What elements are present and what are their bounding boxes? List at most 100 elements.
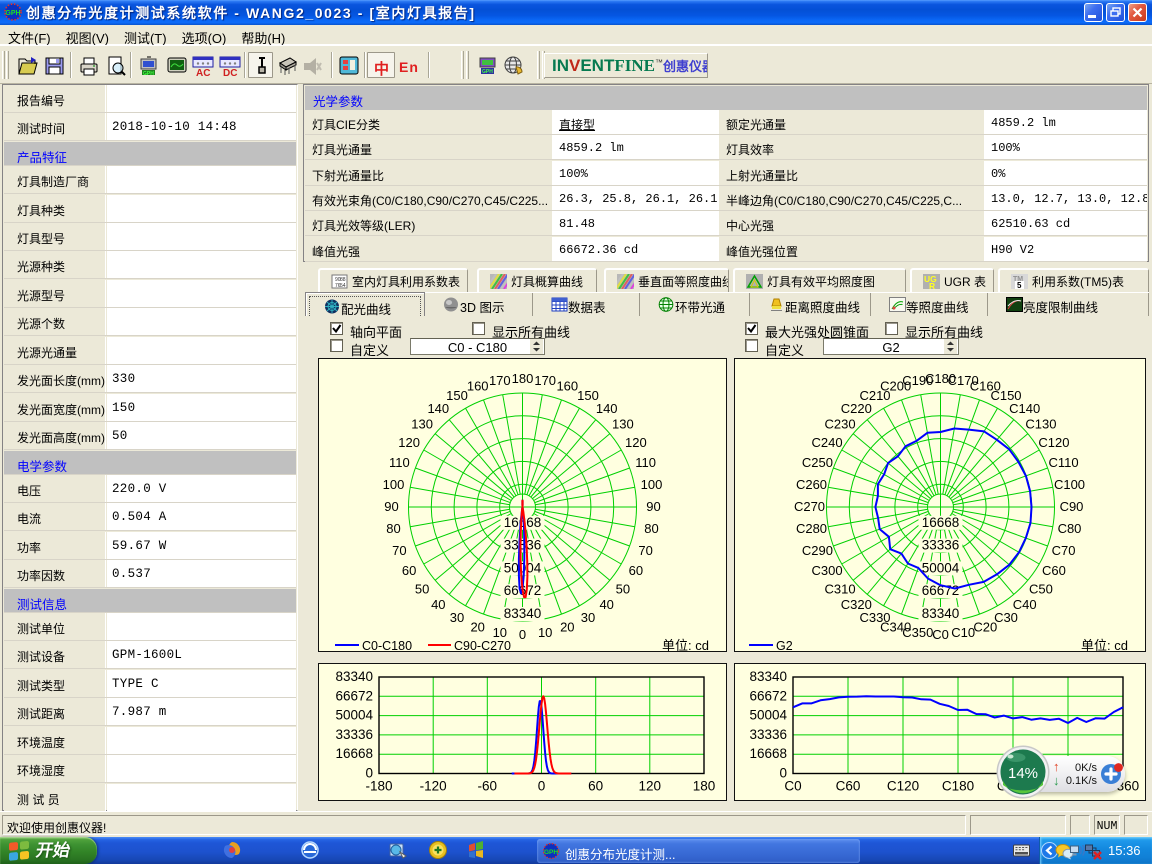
- svg-text:C270: C270: [794, 499, 825, 514]
- svg-text:AC: AC: [196, 68, 210, 77]
- svg-text:70: 70: [392, 543, 406, 558]
- svg-text:C300: C300: [812, 563, 843, 578]
- svg-text:170: 170: [489, 373, 511, 388]
- svg-text:70: 70: [638, 543, 652, 558]
- svg-text:50: 50: [415, 581, 429, 596]
- svg-text:33336: 33336: [335, 727, 373, 742]
- svg-text:C120: C120: [1038, 435, 1069, 450]
- svg-text:66672: 66672: [335, 688, 373, 703]
- svg-text:C120: C120: [887, 779, 919, 794]
- svg-text:-180: -180: [365, 779, 392, 794]
- svg-text:30: 30: [581, 610, 595, 625]
- svg-text:-120: -120: [420, 779, 447, 794]
- svg-text:180: 180: [512, 371, 534, 386]
- svg-text:14%: 14%: [1008, 765, 1038, 782]
- svg-text:80: 80: [644, 521, 658, 536]
- svg-text:33336: 33336: [749, 727, 787, 742]
- svg-text:G2: G2: [776, 639, 793, 651]
- svg-text:140: 140: [427, 401, 449, 416]
- svg-text:C140: C140: [1009, 401, 1040, 416]
- svg-text:50: 50: [616, 581, 630, 596]
- svg-text:C0: C0: [932, 627, 949, 642]
- svg-text:C350: C350: [902, 625, 933, 640]
- svg-text:C130: C130: [1025, 417, 1056, 432]
- svg-text:C0-C180: C0-C180: [362, 639, 412, 651]
- svg-text:90: 90: [384, 499, 398, 514]
- svg-text:C80: C80: [1058, 521, 1082, 536]
- svg-text:20: 20: [560, 619, 574, 634]
- svg-text:50004: 50004: [335, 708, 373, 723]
- svg-text:160: 160: [467, 379, 489, 394]
- svg-text:C290: C290: [802, 543, 833, 558]
- svg-text:10: 10: [538, 625, 552, 640]
- svg-text:100: 100: [383, 477, 405, 492]
- svg-text:单位: cd: 单位: cd: [1081, 638, 1128, 651]
- svg-text:130: 130: [612, 417, 634, 432]
- svg-text:66672: 66672: [749, 688, 787, 703]
- svg-text:33336: 33336: [504, 538, 542, 553]
- svg-text:C70: C70: [1052, 543, 1076, 558]
- svg-text:40: 40: [599, 597, 613, 612]
- svg-text:单位: cd: 单位: cd: [662, 638, 709, 651]
- svg-text:0: 0: [519, 627, 526, 642]
- svg-text:100: 100: [641, 477, 663, 492]
- svg-text:C90: C90: [1060, 499, 1084, 514]
- svg-text:C90-C270: C90-C270: [454, 639, 511, 651]
- svg-text:130: 130: [411, 417, 433, 432]
- svg-text:60: 60: [588, 779, 603, 794]
- svg-text:DC: DC: [223, 68, 237, 77]
- svg-text:5: 5: [1017, 281, 1022, 289]
- svg-text:110: 110: [389, 455, 410, 470]
- svg-text:170: 170: [534, 373, 556, 388]
- svg-text:C60: C60: [836, 779, 861, 794]
- svg-text:50004: 50004: [749, 708, 787, 723]
- svg-text:110: 110: [635, 455, 656, 470]
- svg-text:180: 180: [693, 779, 716, 794]
- svg-text:C230: C230: [825, 417, 856, 432]
- svg-text:16668: 16668: [922, 515, 960, 530]
- svg-text:80: 80: [386, 521, 400, 536]
- svg-text:83340: 83340: [335, 669, 373, 684]
- svg-text:C60: C60: [1042, 563, 1066, 578]
- svg-text:83340: 83340: [504, 606, 542, 621]
- svg-text:GPH: GPH: [5, 10, 20, 17]
- svg-text:GPH: GPH: [143, 71, 154, 77]
- svg-text:83340: 83340: [749, 669, 787, 684]
- svg-text:C0: C0: [784, 779, 801, 794]
- svg-text:C250: C250: [802, 455, 833, 470]
- svg-text:83340: 83340: [922, 606, 960, 621]
- svg-text:60: 60: [402, 563, 416, 578]
- svg-text:10: 10: [493, 625, 507, 640]
- svg-text:C260: C260: [796, 477, 827, 492]
- svg-text:GPH: GPH: [544, 849, 558, 856]
- svg-text:20: 20: [470, 619, 484, 634]
- svg-text:40: 40: [431, 597, 445, 612]
- svg-text:16668: 16668: [749, 746, 787, 761]
- svg-text:C240: C240: [812, 435, 843, 450]
- svg-text:R: R: [929, 281, 935, 289]
- svg-text:C180: C180: [942, 779, 974, 794]
- svg-text:30: 30: [450, 610, 464, 625]
- svg-text:50004: 50004: [504, 560, 542, 575]
- svg-text:50004: 50004: [922, 560, 960, 575]
- svg-text:90: 90: [646, 499, 660, 514]
- svg-text:C220: C220: [841, 401, 872, 416]
- svg-text:16668: 16668: [335, 746, 373, 761]
- svg-text:C30: C30: [994, 610, 1018, 625]
- svg-text:150: 150: [446, 388, 468, 403]
- svg-text:C110: C110: [1049, 455, 1079, 470]
- svg-text:C40: C40: [1013, 597, 1037, 612]
- svg-text:C50: C50: [1029, 581, 1053, 596]
- svg-text:160: 160: [556, 379, 578, 394]
- svg-text:0: 0: [538, 779, 546, 794]
- svg-text:120: 120: [639, 779, 662, 794]
- svg-text:150: 150: [577, 388, 599, 403]
- svg-text:GPH: GPH: [482, 69, 493, 75]
- svg-text:C10: C10: [951, 625, 975, 640]
- svg-text:-60: -60: [478, 779, 498, 794]
- svg-text:60: 60: [629, 563, 643, 578]
- svg-text:120: 120: [625, 435, 647, 450]
- svg-text:C100: C100: [1054, 477, 1085, 492]
- svg-text:120: 120: [398, 435, 420, 450]
- svg-text:C280: C280: [796, 521, 827, 536]
